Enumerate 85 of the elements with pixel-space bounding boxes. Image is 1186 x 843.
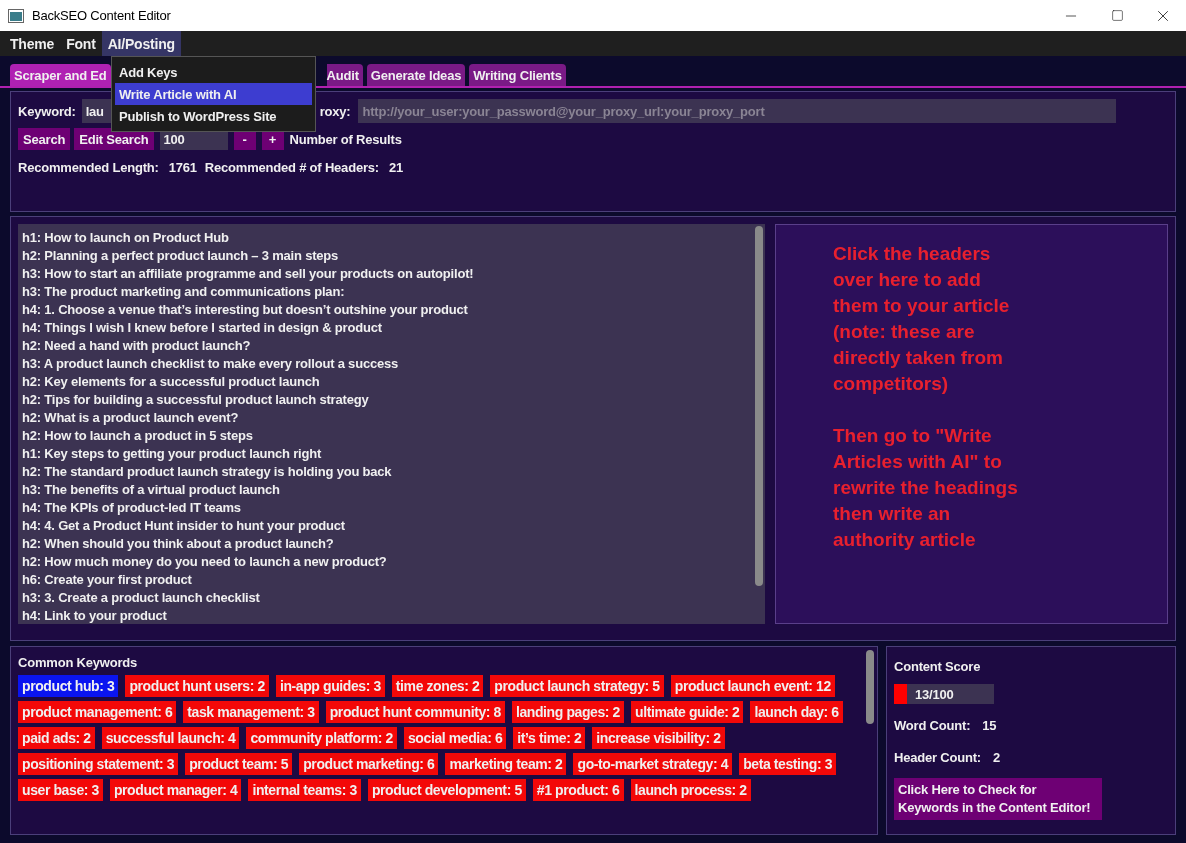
keyword-tag[interactable]: #1 product: 6 xyxy=(532,779,624,801)
scrollbar[interactable] xyxy=(755,226,763,586)
search-button[interactable]: Search xyxy=(18,128,71,150)
keyword-tag[interactable]: it’s time: 2 xyxy=(513,727,586,749)
headers-label: Recommended # of Headers: xyxy=(204,159,379,175)
header-line[interactable]: h3: How to start an affiliate programme and sell your products on autopilot! xyxy=(22,265,474,283)
keyword-tag[interactable]: increase visibility: 2 xyxy=(592,727,725,749)
word-count-value: 15 xyxy=(982,717,997,733)
header-line[interactable]: h3: The product marketing and communications plan: xyxy=(22,283,345,301)
keyword-tag[interactable]: launch day: 6 xyxy=(750,701,843,723)
length-label: Recommended Length: xyxy=(18,159,159,175)
app-icon xyxy=(8,8,24,23)
menu-item[interactable]: Font xyxy=(60,31,102,56)
menu-option[interactable]: Write Article with AI xyxy=(115,83,312,105)
score-reading: 13/100 xyxy=(915,686,954,702)
header-count-label: Header Count: xyxy=(894,749,981,765)
length-value: 1761 xyxy=(168,159,197,175)
header-line[interactable]: h3: 3. Create a product launch checklist xyxy=(22,589,260,607)
hint-text: Click the headers over here to add them to your article (note: these are directly taken from competitors) xyxy=(833,242,1011,396)
score-title: Content Score xyxy=(894,659,982,674)
keyword-tag[interactable]: product hunt community: 8 xyxy=(325,701,505,723)
keyword-tag[interactable]: product launch strategy: 5 xyxy=(490,675,664,697)
keyword-tag[interactable]: in-app guides: 3 xyxy=(275,675,385,697)
edit-search-button[interactable]: Edit Search xyxy=(74,128,154,150)
keyword-tag[interactable]: product hub: 3 xyxy=(18,675,119,697)
results-label: Number of Results xyxy=(289,131,402,147)
header-line[interactable]: h2: Need a hand with product launch? xyxy=(22,337,251,355)
tab[interactable]: Scraper and Ed xyxy=(10,64,111,86)
header-line[interactable]: h2: Planning a perfect product launch – 3 main steps xyxy=(22,247,339,265)
keyword-tag[interactable]: task management: 3 xyxy=(183,701,319,723)
proxy-label: roxy: xyxy=(319,103,351,119)
keyword-tag[interactable]: ultimate guide: 2 xyxy=(631,701,744,723)
keyword-tag[interactable]: user base: 3 xyxy=(18,779,103,801)
header-line[interactable]: h2: Key elements for a successful product launch xyxy=(22,373,320,391)
keyword-tag[interactable]: product marketing: 6 xyxy=(299,753,439,775)
scrollbar[interactable] xyxy=(866,650,874,724)
header-line[interactable]: h3: A product launch checklist to make every rollout a success xyxy=(22,355,399,373)
header-line[interactable]: h1: Key steps to getting your product launch right xyxy=(22,445,322,463)
keyword-tag[interactable]: product launch event: 12 xyxy=(670,675,835,697)
headers-value: 21 xyxy=(388,159,403,175)
keyword-tag[interactable]: time zones: 2 xyxy=(391,675,484,697)
hint-text: Then go to "Write Articles with AI" to rewrite the headings then write an authority article xyxy=(833,424,1018,552)
keyword-tag[interactable]: social media: 6 xyxy=(403,727,507,749)
header-line[interactable]: h2: The standard product launch strategy is holding you back xyxy=(22,463,392,481)
menu-item[interactable]: Theme xyxy=(4,31,61,56)
keyword-label: Keyword: xyxy=(18,103,76,119)
menu-option[interactable]: Add Keys xyxy=(115,61,312,83)
header-line[interactable]: h2: How much money do you need to launch a new product? xyxy=(22,553,387,571)
check-keywords-button[interactable]: Click Here to Check for Keywords in the Content Editor! xyxy=(894,778,1102,820)
header-line[interactable]: h4: 1. Choose a venue that’s interesting but doesn’t outshine your product xyxy=(22,301,468,319)
word-count-label: Word Count: xyxy=(894,717,971,733)
keyword-tag[interactable]: product management: 6 xyxy=(18,701,177,723)
header-count-value: 2 xyxy=(992,749,1000,765)
tab[interactable]: Generate Ideas xyxy=(366,64,466,86)
keyword-tag[interactable]: successful launch: 4 xyxy=(101,727,240,749)
header-line[interactable]: h6: Create your first product xyxy=(22,571,192,589)
keyword-tag[interactable]: landing pages: 2 xyxy=(511,701,624,723)
header-line[interactable]: h4: Things I wish I knew before I started in design & product xyxy=(22,319,382,337)
header-line[interactable]: h1: How to launch on Product Hub xyxy=(22,229,229,247)
header-line[interactable]: h4: Link to your product xyxy=(22,607,167,624)
keyword-tag[interactable]: product development: 5 xyxy=(367,779,526,801)
keyword-tag[interactable]: internal teams: 3 xyxy=(248,779,361,801)
keyword-tag[interactable]: beta testing: 3 xyxy=(739,753,837,775)
keyword-tag[interactable]: marketing team: 2 xyxy=(445,753,567,775)
header-line[interactable]: h2: When should you think about a product launch? xyxy=(22,535,334,553)
keyword-tag[interactable]: paid ads: 2 xyxy=(18,727,95,749)
header-line[interactable]: h4: The KPIs of product-led IT teams xyxy=(22,499,241,517)
menu-option[interactable]: Publish to WordPress Site xyxy=(115,105,312,127)
keyword-tag[interactable]: go-to-market strategy: 4 xyxy=(573,753,733,775)
header-line[interactable]: h4: 4. Get a Product Hunt insider to hunt your product xyxy=(22,517,345,535)
window-title: BackSEO Content Editor xyxy=(32,8,172,23)
header-line[interactable]: h2: Tips for building a successful product launch strategy xyxy=(22,391,369,409)
keyword-tag[interactable]: launch process: 2 xyxy=(630,779,751,801)
header-line[interactable]: h2: How to launch a product in 5 steps xyxy=(22,427,253,445)
menu-item[interactable]: AI/Posting xyxy=(101,31,181,56)
keywords-title: Common Keywords xyxy=(18,655,139,670)
header-line[interactable]: h3: The benefits of a virtual product launch xyxy=(22,481,280,499)
keyword-tag[interactable]: product hunt users: 2 xyxy=(125,675,269,697)
keyword-tag[interactable]: positioning statement: 3 xyxy=(18,753,179,775)
tab[interactable]: Writing Clients xyxy=(469,64,566,86)
keyword-tag[interactable]: community platform: 2 xyxy=(246,727,397,749)
keyword-tag[interactable]: product team: 5 xyxy=(185,753,293,775)
tab[interactable]: Audit xyxy=(326,64,363,86)
keyword-tag[interactable]: product manager: 4 xyxy=(109,779,242,801)
header-line[interactable]: h2: What is a product launch event? xyxy=(22,409,239,427)
